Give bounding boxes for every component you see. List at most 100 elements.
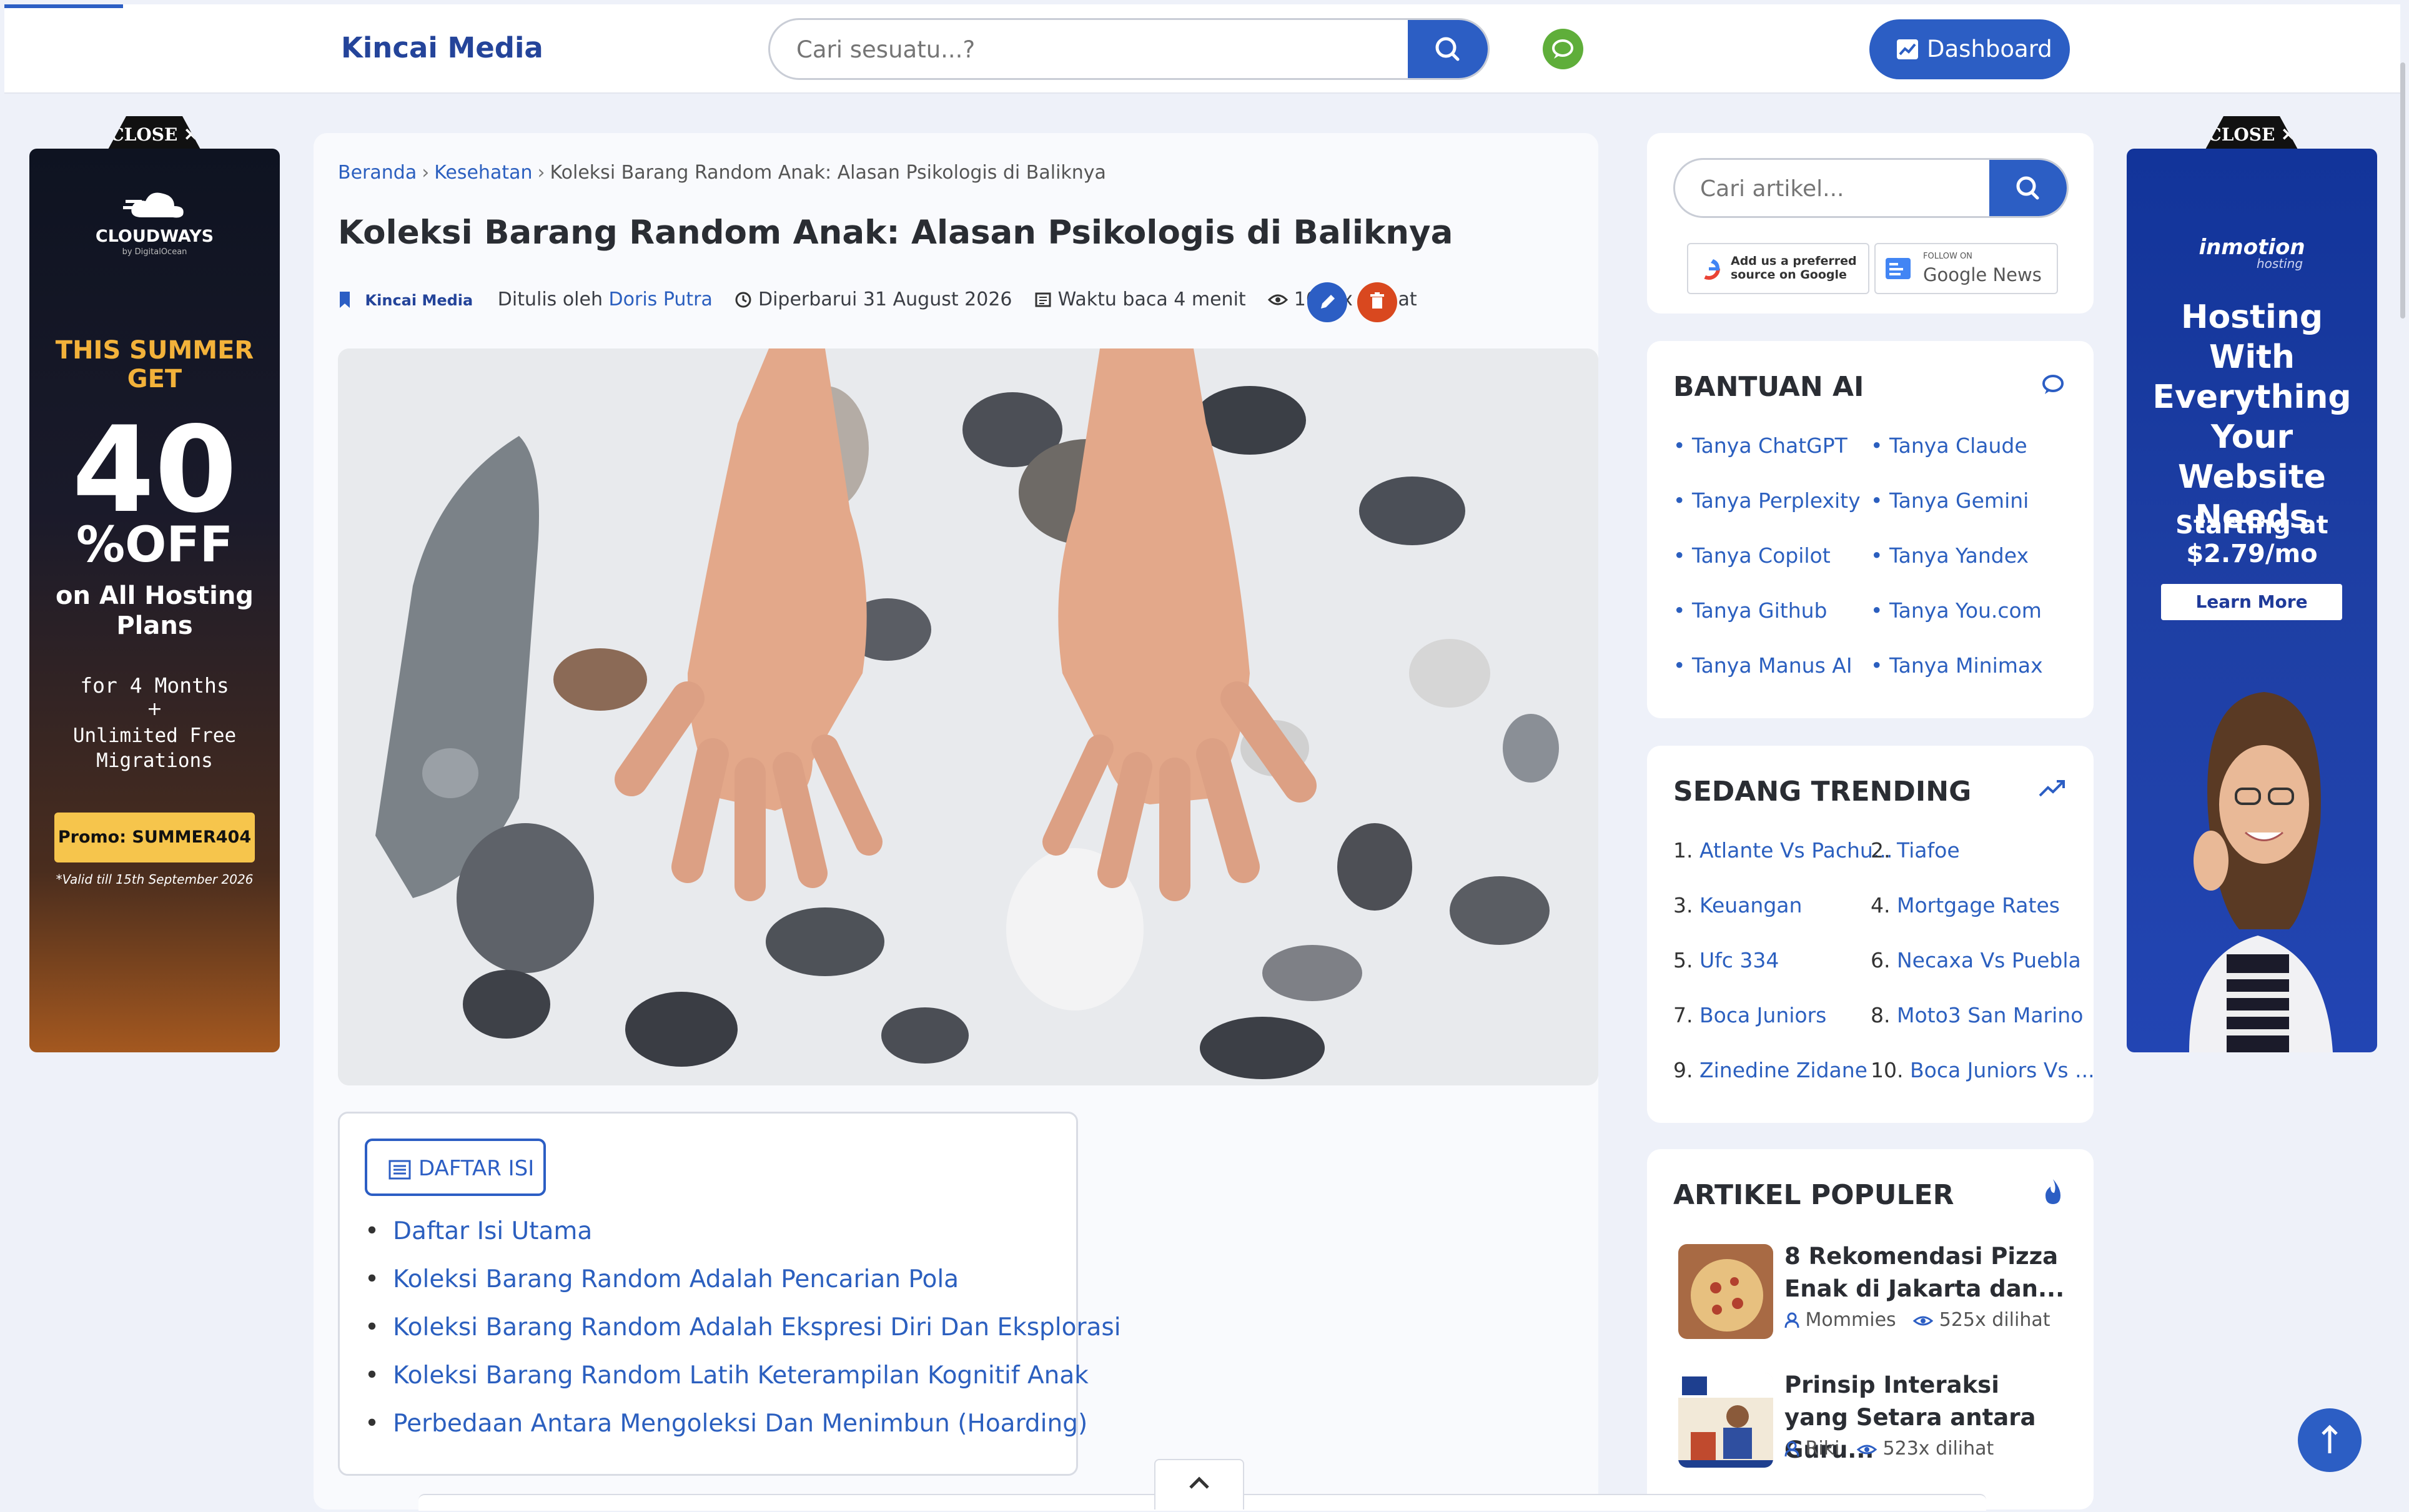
chat-button[interactable] <box>1543 29 1583 69</box>
trending-item[interactable]: 2. Tiafoe <box>1871 838 1960 862</box>
list-icon <box>388 1160 411 1180</box>
close-ad-right-button[interactable]: CLOSE ✕ <box>2205 116 2298 151</box>
ai-link-label: Tanya Minimax <box>1889 653 2043 678</box>
meta-site-name[interactable]: Kincai Media <box>365 292 473 309</box>
trending-item[interactable]: 7. Boca Juniors <box>1673 1003 1826 1027</box>
ai-link-gemini[interactable]: • Tanya Gemini <box>1871 488 2029 513</box>
trending-item[interactable]: 6. Necaxa Vs Puebla <box>1871 948 2081 972</box>
toc-item[interactable]: Daftar Isi Utama <box>365 1207 1121 1255</box>
delete-button[interactable] <box>1357 282 1397 322</box>
chat-icon <box>1552 39 1573 59</box>
user-icon <box>1784 1441 1799 1457</box>
ai-link-manus[interactable]: • Tanya Manus AI <box>1673 653 1853 678</box>
ai-link-copilot[interactable]: • Tanya Copilot <box>1673 543 1831 568</box>
google-preferred-badge[interactable]: Add us a preferred source on Google <box>1687 243 1869 294</box>
meta-author-link[interactable]: Doris Putra <box>609 289 713 310</box>
trending-item[interactable]: 1. Atlante Vs Pachu... <box>1673 838 1892 862</box>
sidebar-search-input[interactable] <box>1699 160 1951 216</box>
trending-label: Boca Juniors Vs ... <box>1909 1058 2095 1082</box>
ai-link-claude[interactable]: • Tanya Claude <box>1871 433 2027 458</box>
trending-num: 4. <box>1871 893 1891 917</box>
ai-link-label: Tanya Copilot <box>1691 543 1831 568</box>
trending-label: Necaxa Vs Puebla <box>1897 948 2081 972</box>
header-accent-bar <box>4 4 123 8</box>
search-icon <box>1435 37 1460 61</box>
trending-num: 2. <box>1871 838 1891 862</box>
trending-label: Zinedine Zidane <box>1699 1058 1867 1082</box>
close-ad-left-button[interactable]: CLOSE ✕ <box>107 116 201 151</box>
close-ad-label: CLOSE <box>2207 124 2275 145</box>
popular-title: ARTIKEL POPULER <box>1673 1179 1954 1211</box>
header-search-input[interactable] <box>795 20 1297 78</box>
trending-num: 5. <box>1673 948 1693 972</box>
bookmark-icon <box>340 292 350 308</box>
trending-label: Atlante Vs Pachu... <box>1699 838 1893 862</box>
ai-link-label: Tanya Yandex <box>1889 543 2029 568</box>
trending-item[interactable]: 5. Ufc 334 <box>1673 948 1779 972</box>
dashboard-button[interactable]: Dashboard <box>1869 19 2070 79</box>
ai-link-label: Tanya Claude <box>1889 433 2027 458</box>
ai-link-chatgpt[interactable]: • Tanya ChatGPT <box>1673 433 1848 458</box>
trash-icon <box>1370 292 1384 309</box>
popular-title-text[interactable]: 8 Rekomendasi Pizza Enak di Jakarta dan.… <box>1784 1240 2065 1305</box>
toc-item[interactable]: Perbedaan Antara Mengoleksi Dan Menimbun… <box>365 1400 1121 1448</box>
ad-banner-left[interactable]: CLOUDWAYS by DigitalOcean THIS SUMMER GE… <box>29 149 280 1052</box>
google-news-badge[interactable]: FOLLOW ON Google News <box>1874 243 2058 294</box>
breadcrumb-separator: › <box>537 162 545 184</box>
gnews-label: Google News <box>1923 264 2042 285</box>
popular-author: Mommies <box>1805 1309 1896 1331</box>
toc-label: DAFTAR ISI <box>418 1156 535 1181</box>
trending-item[interactable]: 8. Moto3 San Marino <box>1871 1003 2083 1027</box>
google-pref-line2: source on Google <box>1731 268 1847 282</box>
trending-item[interactable]: 10. Boca Juniors Vs ... <box>1871 1058 2095 1082</box>
page-scrollbar[interactable] <box>2400 62 2405 319</box>
ad-right-brand-sub: hosting <box>2256 256 2303 271</box>
ai-link-youcom[interactable]: • Tanya You.com <box>1871 598 2042 623</box>
scroll-to-top-button[interactable] <box>2298 1408 2362 1472</box>
breadcrumb: Beranda › Kesehatan › Koleksi Barang Random … <box>338 162 1106 184</box>
meta-written-by: Ditulis oleh <box>497 289 603 310</box>
google-news-icon <box>1886 258 1911 279</box>
cloud-logo-icon <box>123 192 184 218</box>
trending-up-icon <box>2039 780 2065 797</box>
trending-item[interactable]: 4. Mortgage Rates <box>1871 893 2060 917</box>
breadcrumb-home[interactable]: Beranda <box>338 162 417 184</box>
breadcrumb-category[interactable]: Kesehatan <box>434 162 532 184</box>
toc-item[interactable]: Koleksi Barang Random Adalah Pencarian P… <box>365 1255 1121 1303</box>
trending-label: Mortgage Rates <box>1897 893 2060 917</box>
header-search-button[interactable] <box>1408 20 1488 78</box>
popular-thumbnail <box>1678 1244 1773 1339</box>
ai-link-yandex[interactable]: • Tanya Yandex <box>1871 543 2029 568</box>
ai-help-card: BANTUAN AI • Tanya ChatGPT • Tanya Claud… <box>1647 341 2094 718</box>
sidebar-search-button[interactable] <box>1989 160 2067 216</box>
popular-author: Riki <box>1805 1438 1840 1460</box>
toc-item[interactable]: Koleksi Barang Random Adalah Ekspresi Di… <box>365 1303 1121 1351</box>
edit-button[interactable] <box>1307 282 1347 322</box>
trending-card: SEDANG TRENDING 1. Atlante Vs Pachu... 2… <box>1647 746 2095 1123</box>
toc-toggle-button[interactable]: DAFTAR ISI <box>365 1139 546 1196</box>
trending-title: SEDANG TRENDING <box>1673 776 1972 808</box>
woman-photo <box>2189 692 2333 1052</box>
google-g-icon <box>1698 257 1720 280</box>
ai-link-label: Tanya Manus AI <box>1691 653 1853 678</box>
trending-num: 10. <box>1871 1058 1904 1082</box>
ai-link-perplexity[interactable]: • Tanya Perplexity <box>1673 488 1861 513</box>
toc-item[interactable]: Koleksi Barang Random Latih Keterampilan… <box>365 1351 1121 1400</box>
ad-left-months: for 4 Months <box>80 673 229 698</box>
ad-banner-right[interactable]: inmotion hosting Hosting With Everything… <box>2127 149 2377 1052</box>
ai-help-title: BANTUAN AI <box>1673 371 1864 403</box>
ad-left-promo[interactable]: Promo: SUMMER404 <box>54 813 255 862</box>
trending-item[interactable]: 3. Keuangan <box>1673 893 1802 917</box>
chart-icon <box>1897 39 1918 59</box>
ad-right-cta[interactable]: Learn More <box>2161 584 2342 620</box>
ai-link-label: Tanya Gemini <box>1889 488 2029 513</box>
ai-link-minimax[interactable]: • Tanya Minimax <box>1871 653 2043 678</box>
expand-bottom-bar-button[interactable] <box>1154 1459 1244 1510</box>
breadcrumb-separator: › <box>422 162 430 184</box>
popular-meta: Riki 523x dilihat <box>1784 1438 1994 1460</box>
trending-item[interactable]: 9. Zinedine Zidane <box>1673 1058 1867 1082</box>
ad-left-off: %OFF <box>76 517 234 573</box>
ai-link-github[interactable]: • Tanya Github <box>1673 598 1828 623</box>
site-logo[interactable]: Kincai Media <box>341 31 543 64</box>
trending-label: Moto3 San Marino <box>1897 1003 2084 1027</box>
